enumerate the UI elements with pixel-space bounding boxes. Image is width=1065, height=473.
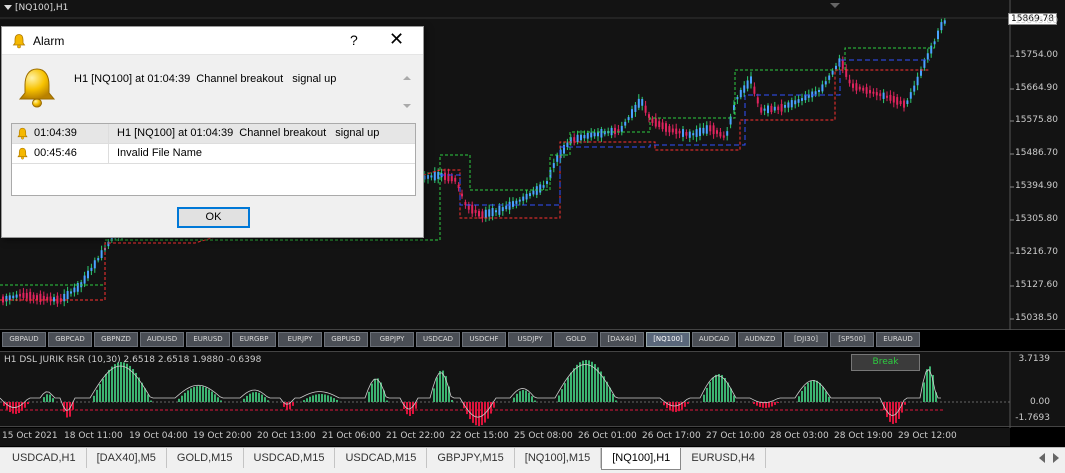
time-axis-label: 19 Oct 04:00 (129, 431, 188, 441)
price-axis-label: 15127.60 (1015, 280, 1058, 290)
symbol-button[interactable]: [DAX40] (600, 332, 644, 347)
alarm-body: H1 [NQ100] at 01:04:39 Channel breakout … (2, 56, 423, 237)
price-axis-label: 15305.80 (1015, 214, 1058, 224)
bell-icon (17, 147, 28, 160)
time-axis-label: 28 Oct 03:00 (770, 431, 829, 441)
symbol-button[interactable]: GBPJPY (370, 332, 414, 347)
symbol-button[interactable]: GBPAUD (2, 332, 46, 347)
alarm-list-message: Invalid File Name (108, 144, 202, 163)
chart-tab[interactable]: [DAX40],M5 (87, 448, 167, 468)
scroll-right-icon[interactable] (1053, 453, 1059, 463)
time-axis-label: 26 Oct 01:00 (578, 431, 637, 441)
time-axis-label: 21 Oct 22:00 (386, 431, 445, 441)
large-bell-icon (18, 68, 56, 108)
price-axis-label: 15664.90 (1015, 83, 1058, 93)
symbol-button[interactable]: USDJPY (508, 332, 552, 347)
time-axis-label: 20 Oct 13:00 (257, 431, 316, 441)
ok-button[interactable]: OK (177, 207, 250, 228)
help-button[interactable]: ? (350, 32, 358, 48)
close-button[interactable]: ✕ (389, 29, 404, 50)
chart-tab[interactable]: GOLD,M15 (167, 448, 244, 468)
price-axis-label: 15486.70 (1015, 148, 1058, 158)
scroll-left-icon[interactable] (1039, 453, 1045, 463)
time-axis: 15 Oct 2021 18 Oct 11:00 19 Oct 04:00 19 Oc… (0, 428, 1010, 446)
symbol-button[interactable]: EURGBP (232, 332, 276, 347)
alarm-time: 01:04:39 (34, 127, 77, 139)
indicator-title: H1 DSL JURIK RSR (10,30) 2.6518 2.6518 1… (4, 355, 262, 365)
price-axis-label: 15038.50 (1015, 313, 1058, 323)
alarm-list-row[interactable]: 01:04:39 H1 [NQ100] at 01:04:39 Channel … (12, 124, 415, 144)
symbol-button[interactable]: [DJI30] (784, 332, 828, 347)
symbol-button[interactable]: AUDCAD (692, 332, 736, 347)
time-axis-label: 18 Oct 11:00 (64, 431, 123, 441)
time-axis-label: 28 Oct 19:00 (834, 431, 893, 441)
price-axis-label: 15394.90 (1015, 181, 1058, 191)
symbol-button[interactable]: GOLD (554, 332, 598, 347)
symbol-button[interactable]: GBPCAD (48, 332, 92, 347)
indicator-panel[interactable]: H1 DSL JURIK RSR (10,30) 2.6518 2.6518 1… (0, 351, 1065, 428)
symbol-button[interactable]: AUDUSD (140, 332, 184, 347)
time-axis-label: 29 Oct 12:00 (898, 431, 957, 441)
indicator-max-label: 3.7139 (1018, 354, 1051, 364)
time-axis-label: 25 Oct 08:00 (514, 431, 573, 441)
scroll-up-icon[interactable] (403, 76, 411, 80)
alarm-message: H1 [NQ100] at 01:04:39 Channel breakout … (74, 73, 337, 85)
chart-tab[interactable]: USDCAD,H1 (2, 448, 87, 468)
time-axis-label: 21 Oct 06:00 (322, 431, 381, 441)
time-axis-label: 15 Oct 2021 (2, 431, 58, 441)
symbol-button[interactable]: [SP500] (830, 332, 874, 347)
tab-scroll-buttons (1039, 453, 1059, 463)
time-axis-label: 27 Oct 10:00 (706, 431, 765, 441)
symbol-button[interactable]: AUDNZD (738, 332, 782, 347)
symbol-button[interactable]: GBPNZD (94, 332, 138, 347)
chart-tab[interactable]: USDCAD,M15 (244, 448, 336, 468)
chart-menu-triangle-icon[interactable] (4, 5, 12, 10)
chart-tab[interactable]: [NQ100],M15 (515, 448, 602, 468)
symbol-button[interactable]: USDCHF (462, 332, 506, 347)
bell-icon (12, 34, 26, 49)
symbol-button[interactable]: EURAUD (876, 332, 920, 347)
chart-tab[interactable]: GBPJPY,M15 (427, 448, 515, 468)
symbol-button[interactable]: EURUSD (186, 332, 230, 347)
indicator-zero-label: 0.00 (1029, 397, 1050, 407)
break-button[interactable]: Break (851, 354, 920, 371)
price-axis-label: 15845.80 (1015, 16, 1058, 26)
chart-tabs: USDCAD,H1 [DAX40],M5 GOLD,M15 USDCAD,M15 USD… (0, 447, 1065, 473)
time-axis-label: 22 Oct 15:00 (450, 431, 509, 441)
chart-title: [NQ100],H1 (4, 3, 68, 13)
price-axis-label: 15754.00 (1015, 50, 1058, 60)
symbol-button[interactable]: USDCAD (416, 332, 460, 347)
alarm-title: Alarm (33, 34, 65, 48)
alarm-time: 00:45:46 (34, 147, 77, 159)
trading-terminal: [NQ100],H1 15869.78 15845.80 15754.00 1566… (0, 0, 1065, 473)
price-axis-label: 15575.80 (1015, 115, 1058, 125)
indicator-min-label: -1.7693 (1015, 413, 1050, 423)
price-axis-label: 15216.70 (1015, 247, 1058, 257)
chart-tab[interactable]: [NQ100],H1 (601, 448, 682, 470)
symbol-button[interactable]: EURJPY (278, 332, 322, 347)
time-axis-label: 19 Oct 20:00 (193, 431, 252, 441)
chart-tab[interactable]: USDCAD,M15 (335, 448, 428, 468)
alarm-titlebar[interactable]: Alarm ? ✕ (2, 27, 423, 55)
symbol-button[interactable]: [NQ100] (646, 332, 690, 347)
chart-tab[interactable]: EURUSD,H4 (681, 448, 766, 468)
bell-icon (17, 127, 28, 140)
alarm-list-message: H1 [NQ100] at 01:04:39 Channel breakout … (108, 124, 379, 143)
scroll-down-icon[interactable] (403, 104, 411, 108)
symbol-button-bar: GBPAUD GBPCAD GBPNZD AUDUSD EURUSD EURGBP EURJ… (2, 332, 920, 349)
time-axis-label: 26 Oct 17:00 (642, 431, 701, 441)
message-scrollbar[interactable] (399, 72, 415, 114)
alarm-dialog: Alarm ? ✕ H1 [NQ100] at 01:04:39 Channel… (1, 26, 424, 238)
symbol-button[interactable]: GBPUSD (324, 332, 368, 347)
alarm-list-row[interactable]: 00:45:46 Invalid File Name (12, 144, 415, 164)
alarm-list: 01:04:39 H1 [NQ100] at 01:04:39 Channel … (11, 123, 416, 196)
